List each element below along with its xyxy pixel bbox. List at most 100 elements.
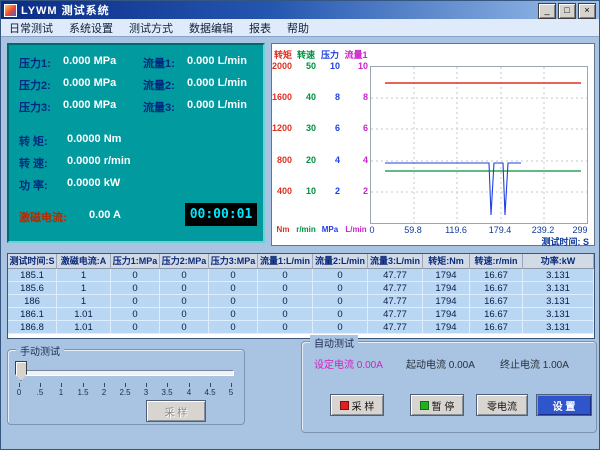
slider-tick — [19, 383, 20, 387]
col-header-p1[interactable]: 压力1:MPa — [111, 254, 160, 269]
slider-label: 4.5 — [204, 388, 215, 397]
setup-button[interactable]: 设 置 — [536, 394, 592, 416]
zero-current-button-label: 零电流 — [487, 398, 517, 413]
window-controls: _ □ × — [538, 3, 596, 19]
col-header-time[interactable]: 测试时间:S — [8, 254, 57, 269]
col-header-f2[interactable]: 流量2:L/min — [313, 254, 368, 269]
slider-label: 2.5 — [119, 388, 130, 397]
table-row[interactable]: 18610000047.77179416.673.131 — [8, 295, 594, 308]
speed-axis: 转速 50 40 30 20 10 r/min — [294, 44, 318, 245]
menu-bar: 日常测试 系统设置 测试方式 数据编辑 报表 帮助 — [1, 19, 599, 37]
minimize-icon[interactable]: _ — [538, 3, 556, 19]
chart-plot-area — [370, 66, 588, 224]
axis-tick: 6 — [363, 123, 368, 133]
close-icon[interactable]: × — [578, 3, 596, 19]
cell: 1794 — [423, 308, 470, 321]
menu-daily-test[interactable]: 日常测试 — [1, 19, 61, 37]
pause-button[interactable]: 暂 停 — [410, 394, 464, 416]
data-table: 测试时间:S 激磁电流:A 压力1:MPa 压力2:MPa 压力3:MPa 流量… — [7, 253, 595, 339]
col-header-f1[interactable]: 流量1:L/min — [258, 254, 313, 269]
menu-test-mode[interactable]: 测试方式 — [121, 19, 181, 37]
cell: 0 — [313, 295, 368, 308]
table-row[interactable]: 185.110000047.77179416.673.131 — [8, 269, 594, 282]
chart-svg — [371, 67, 587, 223]
cell: 16.67 — [470, 321, 523, 334]
col-header-excitation[interactable]: 激磁电流:A — [57, 254, 111, 269]
speed-axis-title: 转速 — [294, 48, 318, 61]
table-row[interactable]: 185.610000047.77179416.673.131 — [8, 282, 594, 295]
cell: 0 — [111, 321, 160, 334]
power-value: 0.0000 kW — [67, 177, 120, 189]
current-slider-thumb[interactable] — [15, 361, 27, 381]
flow1-axis-unit: L/min — [342, 225, 370, 234]
cell: 0 — [209, 269, 258, 282]
slider-tick — [231, 383, 232, 387]
manual-sample-button[interactable]: 采 样 — [146, 400, 206, 422]
col-header-speed[interactable]: 转速:r/min — [470, 254, 523, 269]
menu-system-settings[interactable]: 系统设置 — [61, 19, 121, 37]
slider-label: 5 — [229, 388, 233, 397]
cell: 0 — [160, 269, 209, 282]
cell: 0 — [313, 269, 368, 282]
pressure3-label: 压力3: — [19, 99, 51, 115]
flow2-value: 0.000 L/min — [187, 77, 247, 89]
current-slider-track[interactable] — [18, 370, 234, 376]
start-current-value: 0.00A — [449, 360, 475, 371]
title-bar[interactable]: LYWM 测试系统 _ □ × — [1, 1, 599, 19]
cell: 0 — [209, 308, 258, 321]
slider-label: 2 — [102, 388, 106, 397]
pressure2-label: 压力2: — [19, 77, 51, 93]
col-header-torque[interactable]: 转矩:Nm — [423, 254, 470, 269]
auto-sample-button[interactable]: 采 样 — [330, 394, 384, 416]
green-indicator-icon — [420, 401, 429, 410]
menu-report[interactable]: 报表 — [241, 19, 279, 37]
axis-tick: 8 — [335, 92, 340, 102]
cell: 185.6 — [8, 282, 57, 295]
cell: 47.77 — [368, 282, 423, 295]
menu-help[interactable]: 帮助 — [279, 19, 317, 37]
cell: 1794 — [423, 295, 470, 308]
cell: 3.131 — [523, 269, 594, 282]
pressure1-label: 压力1: — [19, 55, 51, 71]
cell: 0 — [160, 321, 209, 334]
flow2-label: 流量2: — [143, 77, 175, 93]
table-header-row: 测试时间:S 激磁电流:A 压力1:MPa 压力2:MPa 压力3:MPa 流量… — [8, 254, 594, 269]
speed-axis-unit: r/min — [294, 225, 318, 234]
slider-label: .5 — [37, 388, 44, 397]
set-current-label: 设定电流 — [314, 360, 354, 371]
x-tick: 239.2 — [532, 225, 555, 235]
cell: 16.67 — [470, 308, 523, 321]
axis-tick: 6 — [335, 123, 340, 133]
col-header-p3[interactable]: 压力3:MPa — [209, 254, 258, 269]
manual-test-group: 手动测试 0 .5 1 1.5 2 2.5 3 3.5 4 4.5 5 采 样 — [7, 349, 245, 425]
axis-tick: 50 — [306, 61, 316, 71]
axis-tick: 1600 — [272, 92, 292, 102]
readout-panel: 压力1: 0.000 MPa 流量1: 0.000 L/min 压力2: 0.0… — [7, 43, 265, 243]
flow1-axis: 流量1 10 8 6 4 2 L/min — [342, 44, 370, 245]
pressure2-value: 0.000 MPa — [63, 77, 116, 89]
timer-display: 00:00:01 — [185, 203, 257, 226]
maximize-icon[interactable]: □ — [558, 3, 576, 19]
cell: 16.67 — [470, 269, 523, 282]
table-row[interactable]: 186.81.010000047.77179416.673.131 — [8, 321, 594, 334]
axis-tick: 10 — [330, 61, 340, 71]
x-tick: 179.4 — [489, 225, 512, 235]
x-tick: 0 — [369, 225, 374, 235]
col-header-power[interactable]: 功率:kW — [523, 254, 594, 269]
menu-data-edit[interactable]: 数据编辑 — [181, 19, 241, 37]
col-header-f3[interactable]: 流量3:L/min — [368, 254, 423, 269]
slider-label: 3.5 — [161, 388, 172, 397]
excitation-current-value: 0.00 A — [89, 209, 121, 221]
col-header-p2[interactable]: 压力2:MPa — [160, 254, 209, 269]
flow3-value: 0.000 L/min — [187, 99, 247, 111]
slider-label: 4 — [187, 388, 191, 397]
pressure-axis-unit: MPa — [318, 225, 342, 234]
table-row[interactable]: 186.11.010000047.77179416.673.131 — [8, 308, 594, 321]
zero-current-button[interactable]: 零电流 — [476, 394, 528, 416]
cell: 1 — [57, 295, 111, 308]
axis-tick: 2 — [335, 186, 340, 196]
cell: 0 — [111, 308, 160, 321]
cell: 1.01 — [57, 321, 111, 334]
cell: 0 — [258, 321, 313, 334]
cell: 0 — [258, 308, 313, 321]
